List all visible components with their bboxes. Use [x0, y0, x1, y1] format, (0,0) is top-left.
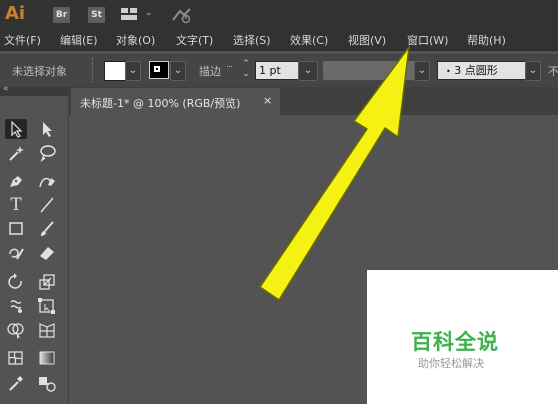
annotation-arrow [259, 46, 410, 301]
